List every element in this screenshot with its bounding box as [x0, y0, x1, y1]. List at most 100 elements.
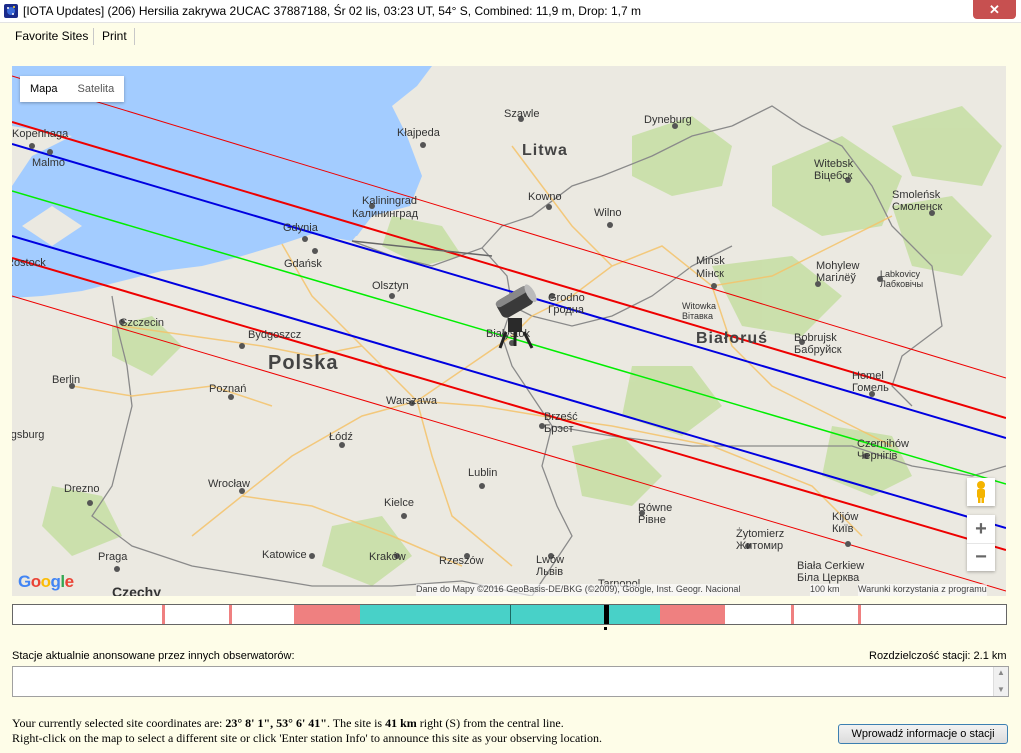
country-label: Białoruś [696, 330, 769, 347]
timeline-tick [791, 605, 794, 624]
city-label: Wrocław [208, 478, 250, 490]
timeline-site-dot [604, 627, 607, 630]
city-label: Olsztyn [372, 280, 409, 292]
zoom-control: + − [967, 515, 995, 571]
city-label: Dyneburg [644, 114, 692, 126]
map-type-control: Mapa Satelita [20, 76, 125, 102]
site-info-line-2: Right-click on the map to select a diffe… [12, 731, 602, 745]
stations-scrollbar[interactable]: ▲ ▼ [993, 667, 1008, 696]
city-label: Мінск [696, 268, 724, 280]
city-label: Berlin [52, 374, 81, 386]
city-label: Гомель [852, 382, 889, 394]
scroll-up-icon[interactable]: ▲ [997, 668, 1005, 677]
city-label: Магілёў [816, 272, 856, 284]
timeline-outer-segment [660, 605, 725, 624]
city-label: Віцебск [814, 170, 853, 182]
menu-print[interactable]: Print [102, 29, 127, 43]
map-type-map-button[interactable]: Mapa [20, 76, 68, 102]
city-label: Вітавка [682, 311, 713, 321]
map-attribution: Dane do Mapy ©2016 GeoBasis-DE/BKG (©200… [416, 584, 741, 596]
close-button[interactable]: ✕ [973, 0, 1016, 19]
city-label: Gdynia [283, 222, 318, 234]
city-label: Kijów [832, 511, 859, 523]
menu-separator [93, 28, 94, 45]
city-label: Mohylew [816, 260, 860, 272]
city-label: Львів [536, 566, 564, 578]
path-timeline-bar[interactable] [12, 604, 1007, 625]
city-label: Kłajpeda [397, 127, 440, 139]
city-label: Kowno [528, 191, 562, 203]
city-label: Ludwigsburg [12, 429, 45, 441]
city-label: Kaliningrad [362, 195, 418, 207]
city-label: Rzeszów [439, 555, 484, 567]
site-info-line-1: Your currently selected site coordinates… [12, 716, 564, 731]
city-label: Rostock [12, 257, 46, 269]
country-label: Polska [268, 352, 339, 374]
city-label: Równe [638, 502, 673, 514]
city-label: Kopenhaga [12, 128, 69, 140]
timeline-tick [162, 605, 165, 624]
city-label: Szawle [504, 108, 540, 120]
city-label: Житомир [736, 540, 784, 552]
city-label: Biała Cerkiew [797, 560, 865, 572]
country-label: Litwa [522, 142, 568, 159]
zoom-out-button[interactable]: − [967, 543, 995, 571]
map-view[interactable]: Polska Litwa Białoruś Kopenhaga Malmo Kł… [12, 66, 1006, 596]
country-label: Czechy [112, 584, 162, 596]
site-info-suffix: right (S) from the central line. [416, 716, 564, 730]
site-info-mid: . The site is [326, 716, 386, 730]
stations-list[interactable]: ▲ ▼ [12, 666, 1009, 697]
window-title: [IOTA Updates] (206) Hersilia zakrywa 2U… [23, 4, 641, 18]
scroll-down-icon[interactable]: ▼ [997, 685, 1005, 694]
site-distance: 41 km [385, 716, 417, 730]
city-label: Kielce [384, 497, 414, 509]
city-label: Київ [832, 523, 854, 535]
city-label: Drezno [64, 483, 100, 495]
city-label: Warszawa [386, 395, 437, 407]
city-label: Bobrujsk [794, 332, 837, 344]
city-label: Brześć [544, 411, 578, 423]
menu-bar: Favorite Sites Print [0, 25, 1021, 48]
city-label: Бабруйск [794, 344, 842, 356]
city-label: Praga [98, 551, 128, 563]
city-label: Szczecin [120, 317, 165, 329]
city-label: Рівне [638, 514, 666, 526]
city-label: Смоленск [892, 201, 943, 213]
app-star-icon [4, 4, 18, 18]
timeline-outer-segment [294, 605, 360, 624]
google-logo: Google [18, 572, 74, 591]
enter-station-info-button[interactable]: Wprowadź informacje o stacji [838, 724, 1008, 744]
city-label: Homel [852, 370, 884, 382]
city-label: Czernihów [857, 438, 909, 450]
city-label: Lwów [536, 554, 565, 566]
city-label: Чернігів [857, 450, 898, 462]
map-type-satellite-button[interactable]: Satelita [68, 76, 125, 102]
city-label: Łódź [329, 431, 353, 443]
city-label: Katowice [262, 549, 307, 561]
stations-label: Stacje aktualnie anonsowane przez innych… [12, 650, 295, 662]
city-label: Wilno [594, 207, 622, 219]
city-label: Mińsk [696, 255, 725, 267]
zoom-in-button[interactable]: + [967, 515, 995, 543]
city-label: Біла Церква [797, 572, 860, 584]
city-label: Smoleńsk [892, 189, 941, 201]
site-info-prefix: Your currently selected site coordinates… [12, 716, 226, 730]
menu-separator [134, 28, 135, 45]
timeline-tick [229, 605, 232, 624]
station-resolution: Rozdzielczość stacji: 2.1 km [869, 650, 1007, 662]
street-view-pegman-icon[interactable] [967, 478, 995, 506]
map-terms-link[interactable]: Warunki korzystania z programu [858, 584, 987, 596]
timeline-tick [858, 605, 861, 624]
city-label: Калининград [352, 208, 419, 220]
city-label: Kraków [369, 551, 406, 563]
telescope-icon[interactable] [490, 284, 542, 350]
city-label: Bydgoszcz [248, 329, 302, 341]
title-bar: [IOTA Updates] (206) Hersilia zakrywa 2U… [0, 0, 1021, 23]
city-label: Poznań [209, 383, 247, 395]
city-label: Брэст [544, 423, 574, 435]
city-label: Żytomierz [736, 528, 785, 540]
menu-favorite-sites[interactable]: Favorite Sites [15, 29, 88, 43]
site-coordinates: 23° 8' 1", 53° 6' 41" [225, 716, 327, 730]
city-label: Grodno [548, 292, 585, 304]
city-label: Witebsk [814, 158, 854, 170]
